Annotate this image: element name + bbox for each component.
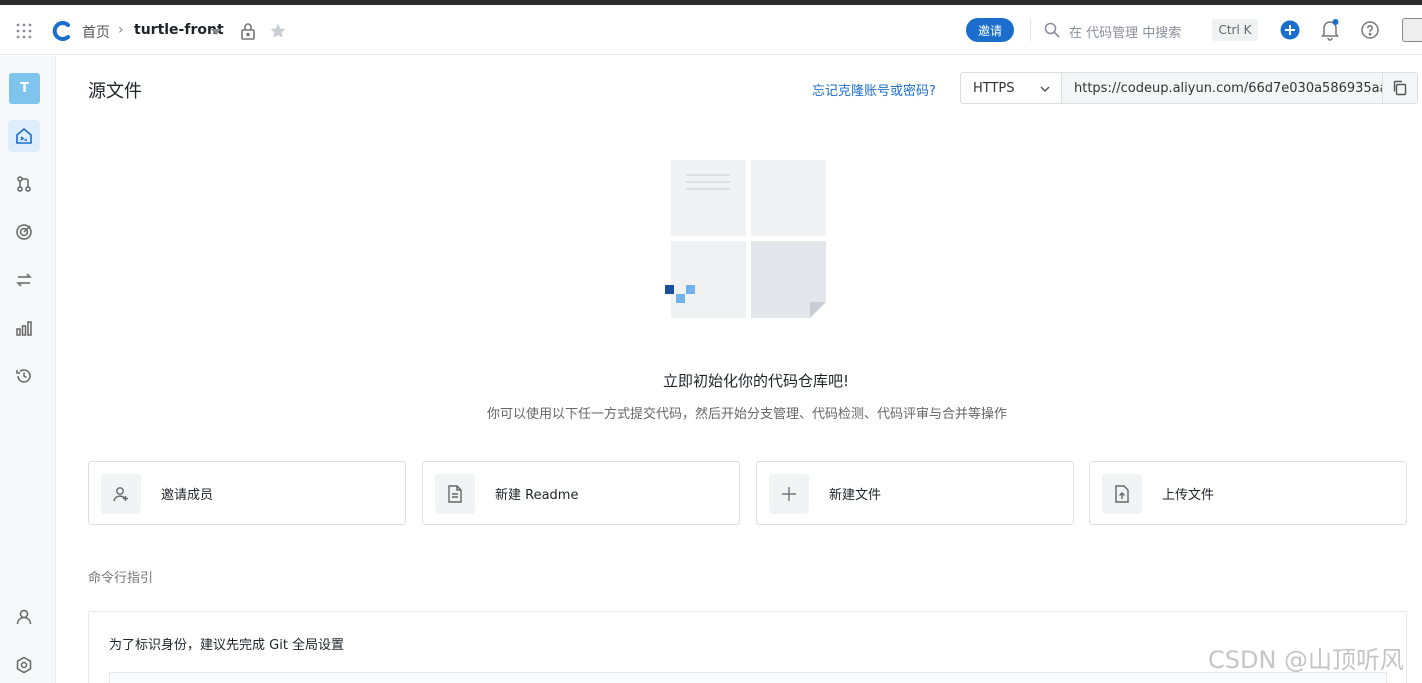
codeup-logo-icon[interactable] [50, 19, 74, 43]
bar-chart-icon [16, 321, 32, 336]
clone-url-field[interactable]: https://codeup.aliyun.com/66d7e030a58693… [1061, 72, 1383, 104]
watermark: CSDN @山顶听风 [1208, 646, 1405, 674]
card-label: 邀请成员 [161, 488, 214, 503]
plus-icon [769, 474, 809, 514]
swap-icon [16, 273, 32, 287]
branch-icon [17, 176, 31, 192]
star-icon[interactable] [268, 20, 288, 42]
sidebar-item-code[interactable] [8, 120, 40, 152]
invite-button[interactable]: 邀请 [966, 18, 1014, 42]
copy-url-button[interactable] [1382, 72, 1418, 104]
cli-guide-heading: 命令行指引 [88, 571, 154, 586]
add-user-icon [101, 474, 141, 514]
cli-guide-hint: 为了标识身份，建议先完成 Git 全局设置 [109, 638, 345, 653]
top-navigation-bar: 首页 › turtle-front 邀请 在 代码管理 中搜索 Ctrl K [0, 5, 1422, 55]
new-file-card[interactable]: 新建文件 [756, 461, 1074, 525]
card-label: 新建 Readme [495, 488, 579, 503]
empty-state-title: 立即初始化你的代码仓库吧! [662, 372, 849, 390]
empty-state-subtitle: 你可以使用以下任一方式提交代码，然后开始分支管理、代码检测、代码评审与合并等操作 [486, 407, 1007, 422]
user-avatar[interactable] [1402, 18, 1422, 42]
app-grid-icon[interactable] [14, 21, 34, 41]
document-icon [435, 474, 475, 514]
settings-icon [16, 656, 32, 674]
card-label: 上传文件 [1162, 488, 1215, 503]
create-plus-icon[interactable] [1279, 19, 1301, 41]
notification-bell-icon[interactable] [1320, 19, 1340, 41]
divider [1030, 19, 1031, 41]
sidebar-item-sync[interactable] [8, 264, 40, 296]
breadcrumb-separator: › [118, 22, 124, 38]
cli-code-block[interactable] [109, 672, 1387, 683]
forgot-credentials-link[interactable]: 忘记克隆账号或密码? [812, 80, 936, 99]
target-icon [16, 224, 32, 240]
clone-protocol-select[interactable]: HTTPS [960, 72, 1062, 104]
protocol-value: HTTPS [973, 80, 1015, 96]
global-search-input[interactable]: 在 代码管理 中搜索 [1069, 22, 1181, 41]
copy-icon [1393, 80, 1407, 96]
code-home-icon [16, 127, 32, 144]
new-readme-card[interactable]: 新建 Readme [422, 461, 740, 525]
sidebar-item-members[interactable] [8, 601, 40, 633]
sidebar-item-merge-requests[interactable] [8, 168, 40, 200]
search-shortcut-badge: Ctrl K [1212, 19, 1258, 41]
empty-repo-illustration [660, 155, 830, 325]
user-icon [16, 609, 32, 625]
card-label: 新建文件 [829, 488, 882, 503]
upload-file-icon [1102, 474, 1142, 514]
lock-icon [238, 20, 258, 42]
invite-member-card[interactable]: 邀请成员 [88, 461, 406, 525]
sidebar-item-detection[interactable] [8, 216, 40, 248]
search-icon[interactable] [1043, 21, 1061, 39]
page-title: 源文件 [88, 81, 142, 102]
breadcrumb-home[interactable]: 首页 [82, 22, 110, 42]
help-icon[interactable] [1360, 20, 1380, 40]
upload-file-card[interactable]: 上传文件 [1089, 461, 1407, 525]
caret-down-icon[interactable] [210, 27, 222, 37]
repo-avatar[interactable]: T [9, 73, 40, 104]
chevron-down-icon [1039, 83, 1051, 93]
sidebar-item-stats[interactable] [8, 312, 40, 344]
sidebar-item-settings[interactable] [8, 649, 40, 681]
